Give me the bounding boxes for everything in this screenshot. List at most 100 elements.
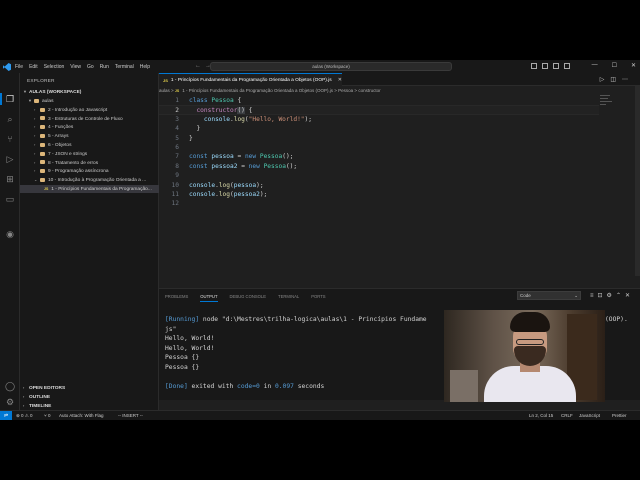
tree-file-selected[interactable]: JS 1 - Princípios Fundamentais da Program… [20,185,159,193]
open-editors-section[interactable]: › OPEN EDITORS [23,385,65,391]
breadcrumb-root[interactable]: aulas [159,88,170,93]
breadcrumb: aulas > JS 1 - Princípios Fundamentais da… [159,88,381,93]
menu-view[interactable]: View [70,64,81,70]
vim-mode: -- INSERT -- [118,413,143,418]
toggle-secondary-sidebar-icon[interactable] [553,63,559,69]
output-line: js" [165,325,177,333]
timeline-section[interactable]: › TIMELINE [23,403,51,409]
tree-folder-item[interactable]: ⌄ 10 - Introdução à Programação Orientada… [20,176,159,184]
toggle-sidebar-icon[interactable] [531,63,537,69]
menu-selection[interactable]: Selection [44,64,65,70]
language-mode[interactable]: JavaScript [579,413,600,418]
customize-layout-icon[interactable] [564,63,570,69]
close-tab-icon[interactable]: ✕ [338,78,342,83]
outline-section[interactable]: › OUTLINE [23,394,50,400]
tab-ports[interactable]: PORTS [311,294,325,302]
minimize-icon[interactable]: — [592,62,598,69]
settings-icon[interactable]: ⚙ [607,293,616,299]
status-bar: ⇌ ⊗ 0 ⚠ 0 ⑂ 0 Auto Attach: With Flag -- … [0,410,640,420]
explorer-title: EXPLORER [27,79,55,84]
ports-count[interactable]: ⑂ 0 [44,413,50,418]
minimap[interactable] [600,95,614,111]
code-text: } [189,134,193,142]
prettier-status[interactable]: Prettier [612,413,627,418]
toggle-panel-icon[interactable] [542,63,548,69]
tree-folder-item[interactable]: › 7 - JSON e strings [20,150,159,158]
explorer-icon[interactable]: ❐ [4,93,16,105]
channel-value: Code [520,293,531,298]
more-actions-icon[interactable]: ⋯ [622,77,634,83]
tab-debug-console[interactable]: DEBUG CONSOLE [230,294,267,302]
output-line: Hello, World! [165,335,215,343]
extensions-icon[interactable]: ⊞ [4,173,16,185]
line-number: 9 [175,172,179,180]
menu-run[interactable]: Run [100,64,109,70]
folder-icon [40,160,45,165]
list-icon[interactable]: ≡ [590,293,598,299]
tree-folder-item[interactable]: › 4 - Funções [20,123,159,131]
account-icon[interactable]: ◯ [4,380,16,392]
tree-folder-item[interactable]: › 6 - Objetos [20,141,159,149]
line-number: 5 [175,134,179,142]
editor-tab-active[interactable]: JS 1 - Princípios Fundamentais da Progra… [159,73,342,86]
maximize-icon[interactable]: ☐ [612,62,617,69]
close-window-icon[interactable]: ✕ [631,62,636,69]
menu-help[interactable]: Help [140,64,150,70]
run-debug-icon[interactable]: ▷ [4,153,16,165]
tab-output[interactable]: OUTPUT [200,294,218,302]
split-editor-icon[interactable]: ◫ [610,77,622,83]
code-text: const pessoa2 = new Pessoa(); [189,162,298,170]
editor-actions: ▷◫⋯ [600,76,634,83]
problems-count[interactable]: ⊗ 0 ⚠ 0 [16,413,33,419]
code-line: 5} [159,134,599,143]
tree-folder-item[interactable]: › 9 - Programação assíncrona [20,167,159,175]
menu-edit[interactable]: Edit [29,64,38,70]
eol-sequence[interactable]: CRLF [561,413,573,418]
workspace-header[interactable]: ▼ AULAS (WORKSPACE) [23,89,81,95]
docker-icon[interactable]: ◉ [4,228,16,240]
output-channel-select[interactable]: Code ⌄ [517,291,581,300]
menu-go[interactable]: Go [87,64,94,70]
line-number: 3 [175,115,179,123]
breadcrumb-member[interactable]: constructor [358,88,380,93]
close-panel-icon[interactable]: ✕ [625,293,634,299]
menu-file[interactable]: File [15,64,23,70]
code-line: 11 console.log(pessoa2); [159,190,599,199]
lock-icon[interactable]: ⊡ [598,293,607,299]
tree-folder-aulas[interactable]: ▼ aulas [20,97,159,105]
line-number: 6 [175,144,179,151]
editor-tabs: JS 1 - Princípios Fundamentais da Progra… [159,73,640,86]
folder-icon [40,133,45,138]
run-code-icon[interactable]: ▷ [600,77,611,83]
maximize-panel-icon[interactable]: ⌃ [616,293,625,299]
tree-folder-item[interactable]: › 8 - Tratamento de erros [20,159,159,167]
menu-terminal[interactable]: Terminal [115,64,134,70]
tab-problems[interactable]: PROBLEMS [165,294,188,302]
tree-folder-item[interactable]: › 3 - Estruturas de Controle de Fluxo [20,115,159,123]
tree-item-label: 6 - Objetos [48,143,72,148]
tree-folder-item[interactable]: › 5 - Arrays [20,132,159,140]
search-icon[interactable]: ⌕ [4,113,16,125]
tree-folder-item[interactable]: › 2 - Introdução ao Javascript [20,106,159,114]
breadcrumb-class[interactable]: Pessoa [338,88,353,93]
auto-attach-status[interactable]: Auto Attach: With Flag [59,413,104,418]
code-line: 12 [159,199,599,208]
output-done-line: [Done] exited with code=0 in 0.097 secon… [165,382,324,392]
done-tag: [Done] [165,383,188,391]
breadcrumb-file[interactable]: 1 - Princípios Fundamentais da Programaç… [182,88,333,93]
section-label: TIMELINE [29,404,52,409]
tab-terminal[interactable]: TERMINAL [278,294,299,302]
remote-indicator-icon[interactable]: ⇌ [0,411,12,420]
command-center-search[interactable]: aulas (Workspace) [210,62,452,71]
javascript-file-icon: JS [44,187,49,191]
manage-gear-icon[interactable]: ⚙ [4,396,16,408]
cursor-position[interactable]: Ln 2, Col 15 [529,413,553,418]
line-number: 11 [171,191,179,198]
webcam-light [450,370,478,402]
run-duration: 0.097 [274,383,294,391]
source-control-icon[interactable]: ⑂ [4,133,16,145]
activity-bar: ❐ ⌕ ⑂ ▷ ⊞ ▭ ◉ ◯ ⚙ [0,73,20,410]
remote-explorer-icon[interactable]: ▭ [4,193,16,205]
folder-icon [40,125,45,130]
editor-scrollbar[interactable] [635,86,640,276]
